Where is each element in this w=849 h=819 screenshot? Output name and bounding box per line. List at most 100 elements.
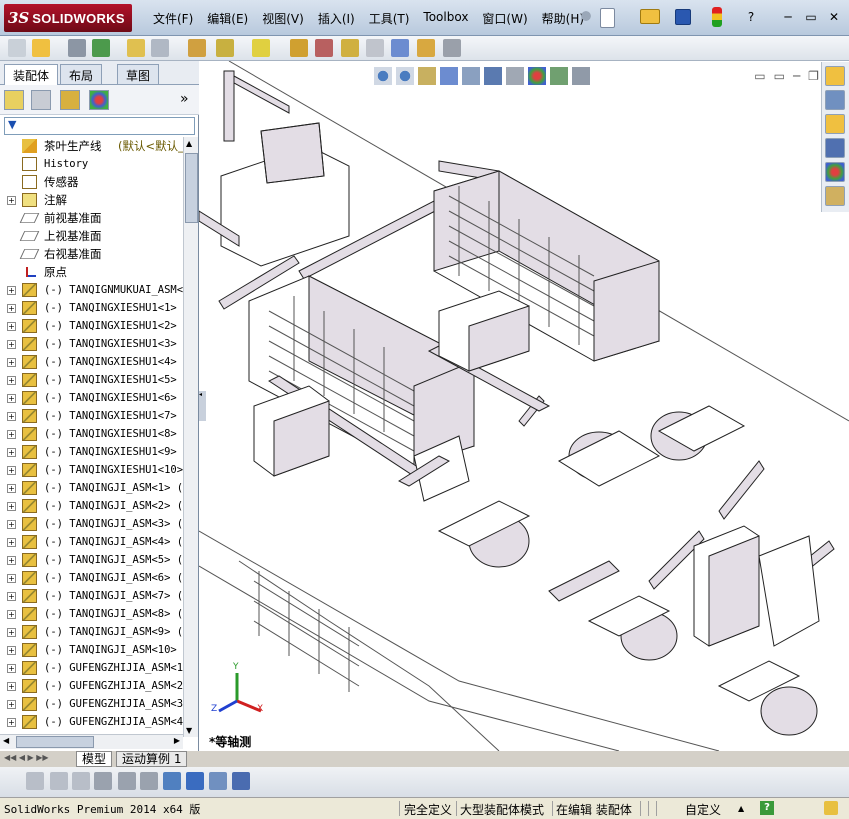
expand-panel-button[interactable]: » [180, 91, 189, 107]
previous-view-icon[interactable] [418, 67, 436, 85]
view-palette-icon[interactable] [825, 138, 845, 158]
tree-item[interactable]: + (-) TANQINGJI_ASM<8> ( [0, 605, 183, 623]
expand-toggle[interactable]: + [7, 322, 16, 331]
file-explorer-icon[interactable] [825, 114, 845, 134]
display-manager-icon[interactable] [89, 90, 109, 110]
tree-item[interactable]: + (-) TANQINGXIESHU1<2> ( [0, 317, 183, 335]
tree-item[interactable]: + (-) GUFENGZHIJIA_ASM<4> [0, 713, 183, 731]
tree-item[interactable]: + (-) TANQINGJI_ASM<10> ( [0, 641, 183, 659]
tree-item[interactable]: 上视基准面 [0, 227, 183, 245]
tree-item[interactable]: 茶叶生产线 (默认<默认_显 [0, 137, 183, 155]
cube-view-icon[interactable] [186, 772, 204, 790]
menu-edit[interactable]: 编辑(E) [200, 10, 255, 27]
design-library-icon[interactable] [825, 90, 845, 110]
move-component-icon[interactable] [216, 39, 234, 57]
tree-item[interactable]: + (-) TANQINGXIESHU1<8> ( [0, 425, 183, 443]
expand-toggle[interactable]: + [7, 484, 16, 493]
insert-component-icon[interactable] [151, 39, 169, 57]
expand-toggle[interactable]: + [7, 286, 16, 295]
tree-item[interactable]: + (-) TANQINGJI_ASM<1> ( [0, 479, 183, 497]
scroll-thumb[interactable] [185, 153, 198, 223]
lines-icon[interactable] [94, 772, 112, 790]
save-icon[interactable] [675, 9, 691, 25]
mate-icon[interactable] [92, 39, 110, 57]
expand-toggle[interactable]: + [7, 646, 16, 655]
expand-toggle[interactable]: + [7, 700, 16, 709]
tree-item[interactable]: + 注解 [0, 191, 183, 209]
help-icon[interactable]: ? [760, 801, 774, 815]
minimize-button[interactable]: ─ [780, 9, 796, 25]
custom-properties-icon[interactable] [825, 186, 845, 206]
tree-item[interactable]: + (-) TANQINGJI_ASM<2> ( [0, 497, 183, 515]
expand-toggle[interactable]: + [7, 682, 16, 691]
view-settings-icon[interactable] [572, 67, 590, 85]
expand-toggle[interactable]: + [7, 376, 16, 385]
section-view-icon[interactable] [440, 67, 458, 85]
pin-icon[interactable] [576, 8, 596, 28]
rib-icon[interactable] [72, 772, 90, 790]
tree-item[interactable]: History [0, 155, 183, 173]
restore-button[interactable]: ▭ [803, 9, 819, 25]
tree-item[interactable]: + (-) TANQINGXIESHU1<9> ( [0, 443, 183, 461]
edit-appearance-icon[interactable] [528, 67, 546, 85]
tree-item[interactable]: + (-) TANQINGXIESHU1<5> ( [0, 371, 183, 389]
zoom-to-area-icon[interactable] [396, 67, 414, 85]
tree-item[interactable]: + (-) TANQINGXIESHU1<1> ( [0, 299, 183, 317]
expand-toggle[interactable]: + [7, 430, 16, 439]
expand-toggle[interactable]: + [7, 304, 16, 313]
new-document-icon[interactable] [600, 8, 615, 28]
view-orientation-icon[interactable] [462, 67, 480, 85]
expand-toggle[interactable]: + [7, 196, 16, 205]
tab-model[interactable]: 模型 [76, 751, 113, 767]
assembly-model-view[interactable]: Y X Z [199, 61, 849, 751]
tree-item[interactable]: + (-) TANQINGJI_ASM<9> ( [0, 623, 183, 641]
tree-item[interactable]: + (-) TANQINGXIESHU1<4> ( [0, 353, 183, 371]
collapse-panel-handle[interactable]: ◂ [199, 391, 206, 421]
menu-tools[interactable]: 工具(T) [362, 10, 417, 27]
appearances-scenes-icon[interactable] [825, 162, 845, 182]
expand-toggle[interactable]: + [7, 394, 16, 403]
bill-of-materials-icon[interactable] [341, 39, 359, 57]
dimension-icon[interactable] [140, 772, 158, 790]
tree-item[interactable]: + (-) TANQINGJI_ASM<7> ( [0, 587, 183, 605]
expand-toggle[interactable]: + [7, 448, 16, 457]
expand-toggle[interactable]: + [7, 358, 16, 367]
menu-view[interactable]: 视图(V) [255, 10, 311, 27]
tree-horizontal-scrollbar[interactable]: ◀ ▶ [0, 734, 183, 749]
tree-item[interactable]: + (-) TANQINGJI_ASM<6> ( [0, 569, 183, 587]
menu-window[interactable]: 窗口(W) [475, 10, 534, 27]
zoom-to-fit-icon[interactable] [374, 67, 392, 85]
expand-toggle[interactable]: + [7, 574, 16, 583]
tree-item[interactable]: + (-) TANQIGNMUKUAI_ASM<1 [0, 281, 183, 299]
configuration-manager-icon[interactable] [60, 90, 80, 110]
expand-toggle[interactable]: + [7, 340, 16, 349]
tab-layout[interactable]: 布局 [60, 64, 103, 84]
split-view-icon[interactable]: ▭ [754, 69, 765, 83]
expand-toggle[interactable]: + [7, 556, 16, 565]
menu-file[interactable]: 文件(F) [146, 10, 200, 27]
tab-assembly[interactable]: 装配体 [4, 64, 59, 85]
expand-toggle[interactable]: + [7, 412, 16, 421]
hide-show-icon[interactable] [443, 39, 461, 57]
tree-vertical-scrollbar[interactable]: ▲ ▼ [183, 137, 198, 737]
expand-toggle[interactable]: + [7, 610, 16, 619]
open-icon[interactable] [32, 39, 50, 57]
component-icon[interactable] [127, 39, 145, 57]
expand-toggle[interactable]: + [7, 466, 16, 475]
expand-toggle[interactable]: + [7, 592, 16, 601]
scroll-up-arrow[interactable]: ▲ [186, 139, 192, 148]
hide-show-items-icon[interactable] [506, 67, 524, 85]
tree-filter-input[interactable]: ▼ [4, 117, 195, 135]
scroll-left-arrow[interactable]: ◀ [3, 736, 9, 745]
apply-scene-icon[interactable] [550, 67, 568, 85]
units-caret-icon[interactable]: ▲ [738, 804, 744, 813]
property-manager-icon[interactable] [31, 90, 51, 110]
scroll-down-arrow[interactable]: ▼ [186, 726, 192, 735]
viewport-minimize-icon[interactable]: ─ [793, 69, 800, 83]
traffic-light-rebuild-icon[interactable] [712, 7, 722, 27]
tile-view-icon[interactable]: ▭ [774, 69, 785, 83]
shell-icon[interactable] [50, 772, 68, 790]
graphics-area[interactable]: Y X Z ▭ ▭ ─ ❐ ✕ *等轴测 ◂ [199, 61, 849, 751]
palette-icon[interactable] [232, 772, 250, 790]
menu-insert[interactable]: 插入(I) [311, 10, 362, 27]
